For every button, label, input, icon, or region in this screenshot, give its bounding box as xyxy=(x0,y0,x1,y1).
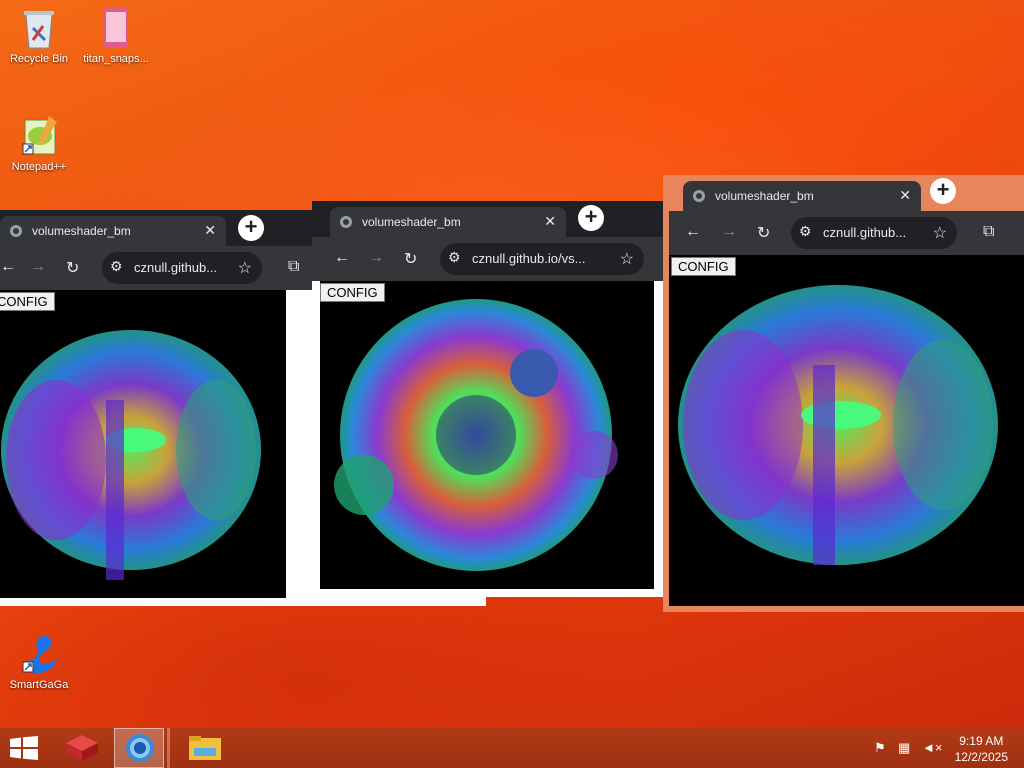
smartgaga-label: SmartGaGa xyxy=(9,679,69,691)
config-button[interactable]: CONFIG xyxy=(320,283,385,302)
back-icon[interactable]: ← xyxy=(0,258,16,276)
notepad-plus-plus-icon xyxy=(19,114,59,158)
page-content: CONFIG xyxy=(320,281,654,589)
toolbar: ← → ↻ ⚙ cznull.github... ☆ ⧉ xyxy=(669,211,1024,255)
browser-window-3[interactable]: volumeshader_bm ✕ + ← → ↻ ⚙ cznull.githu… xyxy=(663,175,1024,612)
tab-bar: volumeshader_bm ✕ + xyxy=(663,175,1024,211)
bookmark-star-icon[interactable]: ☆ xyxy=(238,258,252,278)
site-info-icon[interactable]: ⚙ xyxy=(799,223,812,240)
extensions-icon[interactable]: ⧉ xyxy=(983,223,994,241)
phone-image-icon xyxy=(96,6,136,50)
new-tab-button[interactable]: + xyxy=(578,205,604,231)
chrome-icon xyxy=(126,734,154,762)
clock-date: 12/2/2025 xyxy=(954,750,1008,764)
tab-volumeshader[interactable]: volumeshader_bm ✕ xyxy=(0,216,226,246)
site-info-icon[interactable]: ⚙ xyxy=(110,258,123,275)
browser-window-2[interactable]: volumeshader_bm ✕ + ← → ↻ ⚙ cznull.githu… xyxy=(312,201,664,597)
page-content: CONFIG xyxy=(669,255,1024,606)
toolbar: ← → ↻ ⚙ cznull.github.io/vs... ☆ xyxy=(312,237,664,281)
reload-icon[interactable]: ↻ xyxy=(757,223,770,243)
action-center-flag-icon[interactable]: ⚑ xyxy=(874,740,886,756)
volume-muted-icon[interactable]: ◄× xyxy=(922,740,942,755)
clock-time: 9:19 AM xyxy=(959,734,1004,748)
forward-icon[interactable]: → xyxy=(721,223,737,241)
url-text: cznull.github... xyxy=(134,260,218,275)
fractal-render xyxy=(1,330,261,580)
recycle-bin-label: Recycle Bin xyxy=(9,53,69,65)
taskbar: ⚑ ▦ ◄× 9:19 AM 12/2/2025 xyxy=(0,728,1024,768)
site-info-icon[interactable]: ⚙ xyxy=(448,249,461,266)
windows-start-icon xyxy=(10,736,38,760)
globe-icon xyxy=(10,225,22,237)
config-button[interactable]: CONFIG xyxy=(0,292,55,311)
notepad-plus-plus-label: Notepad++ xyxy=(11,161,67,173)
taskbar-divider xyxy=(167,728,170,768)
red-cube-icon xyxy=(66,735,98,761)
new-tab-button[interactable]: + xyxy=(238,215,264,241)
back-icon[interactable]: ← xyxy=(685,223,701,241)
tab-title: volumeshader_bm xyxy=(32,224,131,238)
globe-icon xyxy=(693,190,705,202)
config-button[interactable]: CONFIG xyxy=(671,257,736,276)
desktop-icon-smartgaga[interactable]: SmartGaGa xyxy=(3,632,75,691)
tab-bar: volumeshader_bm ✕ + xyxy=(312,201,664,237)
folder-icon xyxy=(189,736,221,760)
close-tab-icon[interactable]: ✕ xyxy=(899,187,911,204)
start-button[interactable] xyxy=(0,728,48,768)
page-content: CONFIG xyxy=(0,290,286,598)
address-bar[interactable]: ⚙ cznull.github... ☆ xyxy=(791,217,957,249)
desktop-icon-recycle-bin[interactable]: Recycle Bin xyxy=(3,6,75,65)
desktop-icon-titan-snapshot[interactable]: titan_snaps... xyxy=(80,6,152,65)
reload-icon[interactable]: ↻ xyxy=(404,249,417,269)
bookmark-star-icon[interactable]: ☆ xyxy=(933,223,947,243)
desktop-icon-notepad-plus-plus[interactable]: Notepad++ xyxy=(3,114,75,173)
url-text: cznull.github.io/vs... xyxy=(472,251,586,266)
reload-icon[interactable]: ↻ xyxy=(66,258,79,278)
swan-icon xyxy=(19,632,59,676)
address-bar[interactable]: ⚙ cznull.github... ☆ xyxy=(102,252,262,284)
taskbar-app-red-cube[interactable] xyxy=(58,728,106,768)
url-text: cznull.github... xyxy=(823,225,907,240)
fractal-render xyxy=(678,285,998,565)
taskbar-app-file-explorer[interactable] xyxy=(182,728,230,768)
tab-title: volumeshader_bm xyxy=(362,215,461,229)
tab-title: volumeshader_bm xyxy=(715,189,814,203)
close-tab-icon[interactable]: ✕ xyxy=(544,213,556,230)
titan-snapshot-label: titan_snaps... xyxy=(83,53,149,65)
address-bar[interactable]: ⚙ cznull.github.io/vs... ☆ xyxy=(440,243,644,275)
forward-icon[interactable]: → xyxy=(368,249,384,267)
bookmark-star-icon[interactable]: ☆ xyxy=(620,249,634,269)
forward-icon[interactable]: → xyxy=(30,258,46,276)
system-clock[interactable]: 9:19 AM 12/2/2025 xyxy=(955,733,1008,765)
recycle-bin-icon xyxy=(19,6,59,50)
globe-icon xyxy=(340,216,352,228)
fractal-render xyxy=(334,299,618,571)
back-icon[interactable]: ← xyxy=(334,249,350,267)
tab-volumeshader[interactable]: volumeshader_bm ✕ xyxy=(330,207,566,237)
network-icon[interactable]: ▦ xyxy=(898,740,910,756)
tab-volumeshader[interactable]: volumeshader_bm ✕ xyxy=(683,181,921,211)
new-tab-button[interactable]: + xyxy=(930,178,956,204)
extensions-icon[interactable]: ⧉ xyxy=(288,258,299,276)
close-tab-icon[interactable]: ✕ xyxy=(204,222,216,239)
taskbar-app-chrome[interactable] xyxy=(114,728,164,768)
